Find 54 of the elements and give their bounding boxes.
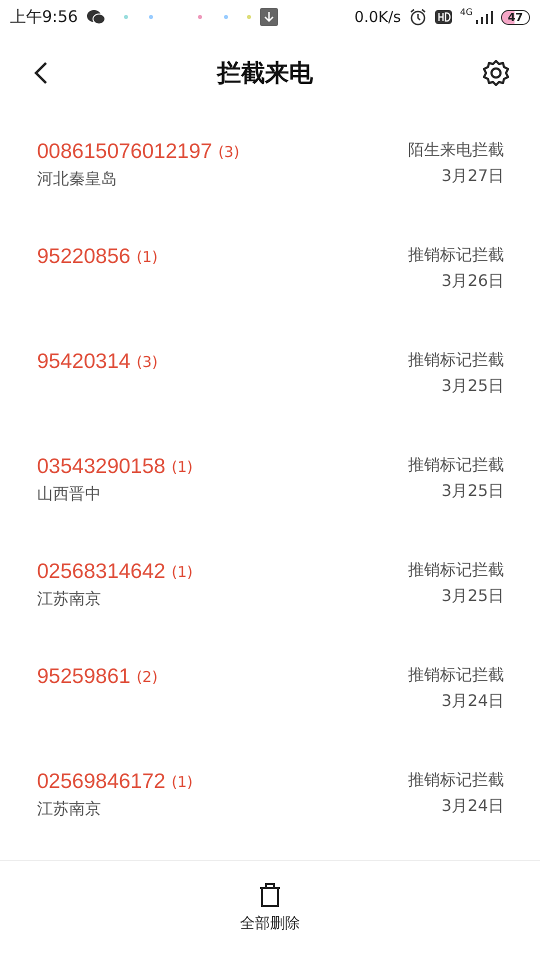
call-date: 3月25日 xyxy=(441,481,504,502)
phone-number: 008615076012197 xyxy=(37,140,212,164)
call-count: (3) xyxy=(218,143,240,161)
call-count: (3) xyxy=(136,353,158,371)
back-icon xyxy=(34,61,48,85)
call-date: 3月24日 xyxy=(441,796,504,817)
hd-icon xyxy=(434,10,452,24)
phone-number: 95220856 xyxy=(37,245,130,269)
alarm-clock-icon xyxy=(408,8,427,26)
block-reason: 推销标记拦截 xyxy=(408,350,504,371)
delete-all-button[interactable]: 全部删除 xyxy=(234,881,306,934)
block-reason: 推销标记拦截 xyxy=(408,770,504,791)
trash-icon xyxy=(258,882,282,908)
call-date: 3月27日 xyxy=(441,166,504,187)
call-date: 3月24日 xyxy=(441,691,504,712)
call-count: (1) xyxy=(171,563,193,581)
battery-level: 47 xyxy=(500,10,530,24)
blocked-call-item[interactable]: 02569846172 (1) 江苏南京 推销标记拦截 3月24日 xyxy=(0,742,540,847)
call-count: (1) xyxy=(171,773,193,791)
page-title: 拦截来电 xyxy=(217,58,313,89)
phone-number: 03543290158 xyxy=(37,455,166,479)
phone-number: 95420314 xyxy=(37,350,130,374)
network-type: 4G xyxy=(460,8,473,18)
network-speed: 0.0K/s xyxy=(354,8,401,26)
notification-dots-icon xyxy=(122,13,252,21)
block-reason: 推销标记拦截 xyxy=(408,455,504,476)
status-time: 上午9:56 xyxy=(10,6,78,28)
blocked-call-item[interactable]: 95259861 (2) 推销标记拦截 3月24日 xyxy=(0,637,540,742)
phone-number: 02569846172 xyxy=(37,770,166,794)
download-icon xyxy=(260,8,278,26)
blocked-call-item[interactable]: 008615076012197 (3) 河北秦皇岛 陌生来电拦截 3月27日 xyxy=(0,112,540,217)
block-reason: 推销标记拦截 xyxy=(408,560,504,581)
call-location: 山西晋中 xyxy=(37,484,102,505)
blocked-call-item[interactable]: 02568314642 (1) 江苏南京 推销标记拦截 3月25日 xyxy=(0,532,540,637)
call-location: 江苏南京 xyxy=(37,589,102,610)
block-reason: 推销标记拦截 xyxy=(408,245,504,266)
blocked-call-item[interactable]: 95420314 (3) 推销标记拦截 3月25日 xyxy=(0,322,540,427)
blocked-call-item[interactable]: 95220856 (1) 推销标记拦截 3月26日 xyxy=(0,217,540,322)
call-date: 3月25日 xyxy=(441,586,504,607)
call-location: 河北秦皇岛 xyxy=(37,169,118,190)
phone-number: 95259861 xyxy=(37,665,130,689)
call-date: 3月25日 xyxy=(441,376,504,397)
chat-bubbles-icon xyxy=(86,9,106,25)
block-reason: 推销标记拦截 xyxy=(408,665,504,686)
call-location: 江苏南京 xyxy=(37,799,102,820)
call-count: (1) xyxy=(136,248,158,266)
call-count: (2) xyxy=(136,668,158,686)
call-date: 3月26日 xyxy=(441,271,504,292)
signal-icon xyxy=(474,10,493,24)
block-reason: 陌生来电拦截 xyxy=(408,140,504,161)
settings-icon xyxy=(482,59,510,87)
call-count: (1) xyxy=(171,458,193,476)
phone-number: 02568314642 xyxy=(37,560,166,584)
blocked-call-item[interactable]: 03543290158 (1) 山西晋中 推销标记拦截 3月25日 xyxy=(0,427,540,532)
